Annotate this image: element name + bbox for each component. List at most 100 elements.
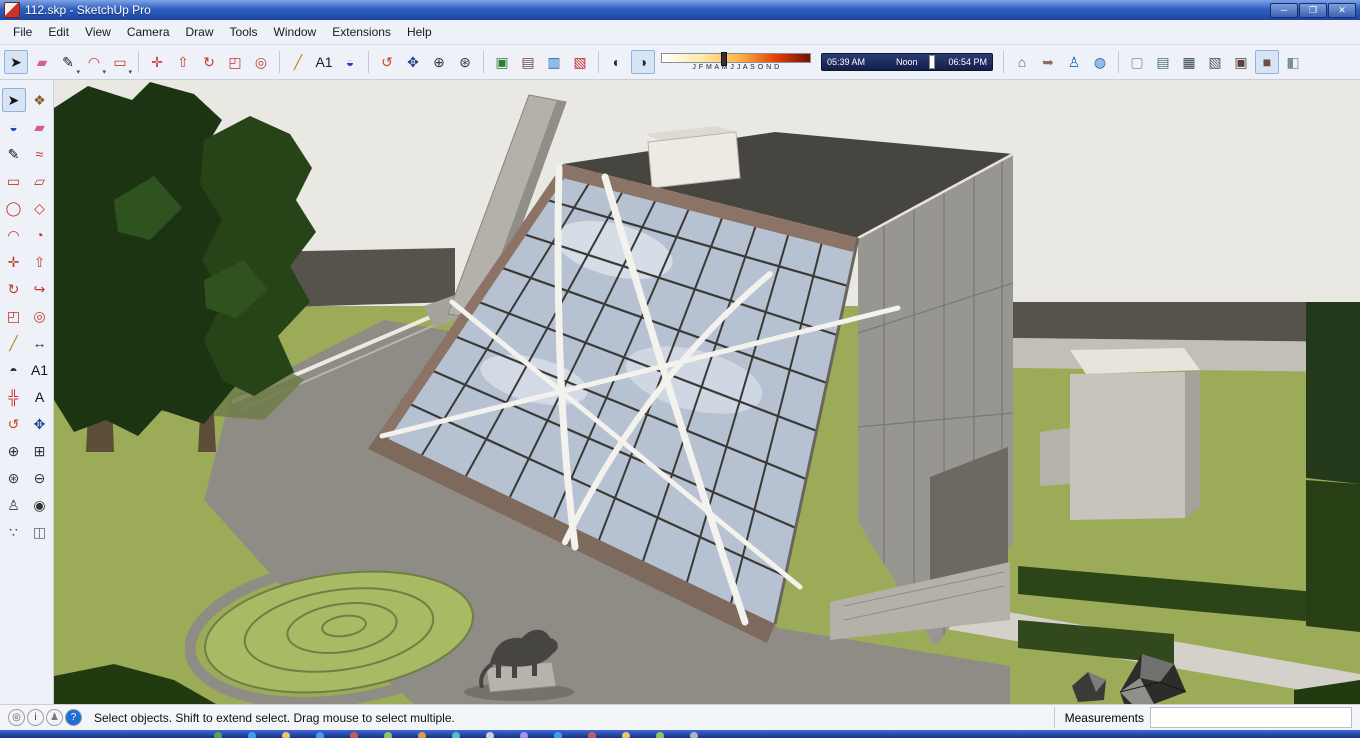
taskbar-app-icon[interactable] <box>622 732 630 738</box>
menu-camera[interactable]: Camera <box>120 22 177 42</box>
follow-me-tool-icon[interactable]: ↪ <box>28 277 52 301</box>
text-tool-icon[interactable]: A1 <box>312 50 336 74</box>
time-slider-handle[interactable] <box>929 55 936 69</box>
position-camera-tool-icon[interactable]: ♙ <box>2 493 26 517</box>
style-shaded-textures-icon[interactable]: ■ <box>1255 50 1279 74</box>
menu-extensions[interactable]: Extensions <box>325 22 398 42</box>
taskbar-app-icon[interactable] <box>452 732 460 738</box>
taskbar-app-icon[interactable] <box>690 732 698 738</box>
taskbar-app-icon[interactable] <box>248 732 256 738</box>
menu-file[interactable]: File <box>6 22 39 42</box>
toggle-terrain-icon[interactable]: ▤ <box>516 50 540 74</box>
shadow-settings-icon[interactable]: ◐ <box>605 50 629 74</box>
menu-view[interactable]: View <box>78 22 118 42</box>
offset-tool-icon[interactable]: ◎ <box>249 50 273 74</box>
paint-bucket-tool-icon[interactable]: ◒ <box>2 115 26 139</box>
style-xray-icon[interactable]: ▢ <box>1125 50 1149 74</box>
zoom-tool-icon[interactable]: ⊕ <box>427 50 451 74</box>
make-component-icon[interactable]: ❖ <box>28 88 52 112</box>
taskbar-app-icon[interactable] <box>588 732 596 738</box>
protractor-tool-icon[interactable]: ◓ <box>2 358 26 382</box>
help-status-icon[interactable]: ? <box>65 709 82 726</box>
zoom-previous-tool-icon[interactable]: ⊖ <box>28 466 52 490</box>
style-hidden-line-icon[interactable]: ▧ <box>1203 50 1227 74</box>
tape-measure-tool-icon[interactable]: ╱ <box>286 50 310 74</box>
pan-tool-icon[interactable]: ✥ <box>401 50 425 74</box>
taskbar-app-icon[interactable] <box>350 732 358 738</box>
tape-measure-tool-icon[interactable]: ╱ <box>2 331 26 355</box>
model-viewport[interactable] <box>54 80 1360 704</box>
rotated-rectangle-tool-icon[interactable]: ▱ <box>28 169 52 193</box>
orbit-tool-icon[interactable]: ↺ <box>375 50 399 74</box>
walk-tool-icon[interactable]: ∵ <box>2 520 26 544</box>
line-tool-icon[interactable]: ✎ ▾ <box>56 50 80 77</box>
shadow-time-slider[interactable]: 05:39 AM Noon 06:54 PM <box>821 53 993 71</box>
paint-bucket-tool-icon[interactable]: ◒ <box>338 50 362 74</box>
arc-tool-icon[interactable]: ◠ <box>2 223 26 247</box>
look-around-tool-icon[interactable]: ◉ <box>28 493 52 517</box>
menu-edit[interactable]: Edit <box>41 22 76 42</box>
eraser-tool-icon[interactable]: ▰ <box>30 50 54 74</box>
push-pull-tool-icon[interactable]: ⇧ <box>28 250 52 274</box>
rectangle-tool-icon[interactable]: ▭ ▾ <box>108 50 132 77</box>
move-tool-icon[interactable]: ✛ <box>145 50 169 74</box>
select-tool-icon[interactable]: ➤ <box>1 88 26 112</box>
taskbar-app-icon[interactable] <box>282 732 290 738</box>
photo-textures-icon[interactable]: ▥ <box>542 50 566 74</box>
minimize-button[interactable]: ─ <box>1270 2 1298 18</box>
rotate-tool-icon[interactable]: ↻ <box>197 50 221 74</box>
3d-warehouse-icon[interactable]: ⌂ <box>1010 50 1034 74</box>
section-plane-tool-icon[interactable]: ◫ <box>28 520 52 544</box>
freehand-tool-icon[interactable]: ≈ <box>28 142 52 166</box>
geolocation-globe-icon[interactable]: ◍ <box>1088 50 1112 74</box>
orbit-tool-icon[interactable]: ↺ <box>2 412 26 436</box>
rotate-tool-icon[interactable]: ↻ <box>2 277 26 301</box>
geolocation-status-icon[interactable]: ◎ <box>8 709 25 726</box>
zoom-extents-tool-icon[interactable]: ⊛ <box>2 466 26 490</box>
scale-figure-icon[interactable]: ♙ <box>1062 50 1086 74</box>
toggle-shadows-icon[interactable]: ◑ <box>631 50 655 74</box>
taskbar-app-icon[interactable] <box>554 732 562 738</box>
windows-taskbar[interactable] <box>0 730 1360 738</box>
menu-window[interactable]: Window <box>267 22 324 42</box>
taskbar-app-icon[interactable] <box>486 732 494 738</box>
zoom-window-tool-icon[interactable]: ⊞ <box>28 439 52 463</box>
close-button[interactable]: ✕ <box>1328 2 1356 18</box>
dimension-tool-icon[interactable]: ↔ <box>28 331 52 355</box>
taskbar-app-icon[interactable] <box>384 732 392 738</box>
start-button[interactable] <box>214 732 222 738</box>
line-tool-icon[interactable]: ✎ <box>2 142 26 166</box>
arc-tool-icon[interactable]: ◠ ▾ <box>82 50 106 77</box>
offset-tool-icon[interactable]: ◎ <box>28 304 52 328</box>
style-monochrome-icon[interactable]: ◧ <box>1281 50 1305 74</box>
style-wireframe-icon[interactable]: ▦ <box>1177 50 1201 74</box>
maximize-button[interactable]: ❐ <box>1299 2 1327 18</box>
measurements-input[interactable] <box>1150 707 1352 728</box>
scale-tool-icon[interactable]: ◰ <box>223 50 247 74</box>
3d-text-tool-icon[interactable]: A <box>28 385 52 409</box>
style-back-edges-icon[interactable]: ▤ <box>1151 50 1175 74</box>
signin-status-icon[interactable]: ♟ <box>46 709 63 726</box>
menu-tools[interactable]: Tools <box>223 22 265 42</box>
taskbar-app-icon[interactable] <box>656 732 664 738</box>
pie-tool-icon[interactable]: ◔ <box>28 223 52 247</box>
menu-help[interactable]: Help <box>400 22 439 42</box>
menu-draw[interactable]: Draw <box>179 22 221 42</box>
taskbar-app-icon[interactable] <box>316 732 324 738</box>
style-shaded-icon[interactable]: ▣ <box>1229 50 1253 74</box>
share-model-icon[interactable]: ➥ <box>1036 50 1060 74</box>
scale-tool-icon[interactable]: ◰ <box>2 304 26 328</box>
date-slider-handle[interactable] <box>721 52 727 66</box>
push-pull-tool-icon[interactable]: ⇧ <box>171 50 195 74</box>
shadow-date-slider[interactable]: J F M A M J J A S O N D <box>661 49 811 75</box>
taskbar-app-icon[interactable] <box>418 732 426 738</box>
zoom-extents-tool-icon[interactable]: ⊛ <box>453 50 477 74</box>
text-tool-icon[interactable]: A1 <box>28 358 52 382</box>
match-photo-icon[interactable]: ▧ <box>568 50 592 74</box>
axes-tool-icon[interactable]: ╬ <box>2 385 26 409</box>
credits-status-icon[interactable]: i <box>27 709 44 726</box>
taskbar-app-icon[interactable] <box>520 732 528 738</box>
polygon-tool-icon[interactable]: ◇ <box>28 196 52 220</box>
circle-tool-icon[interactable]: ◯ <box>2 196 26 220</box>
zoom-tool-icon[interactable]: ⊕ <box>2 439 26 463</box>
